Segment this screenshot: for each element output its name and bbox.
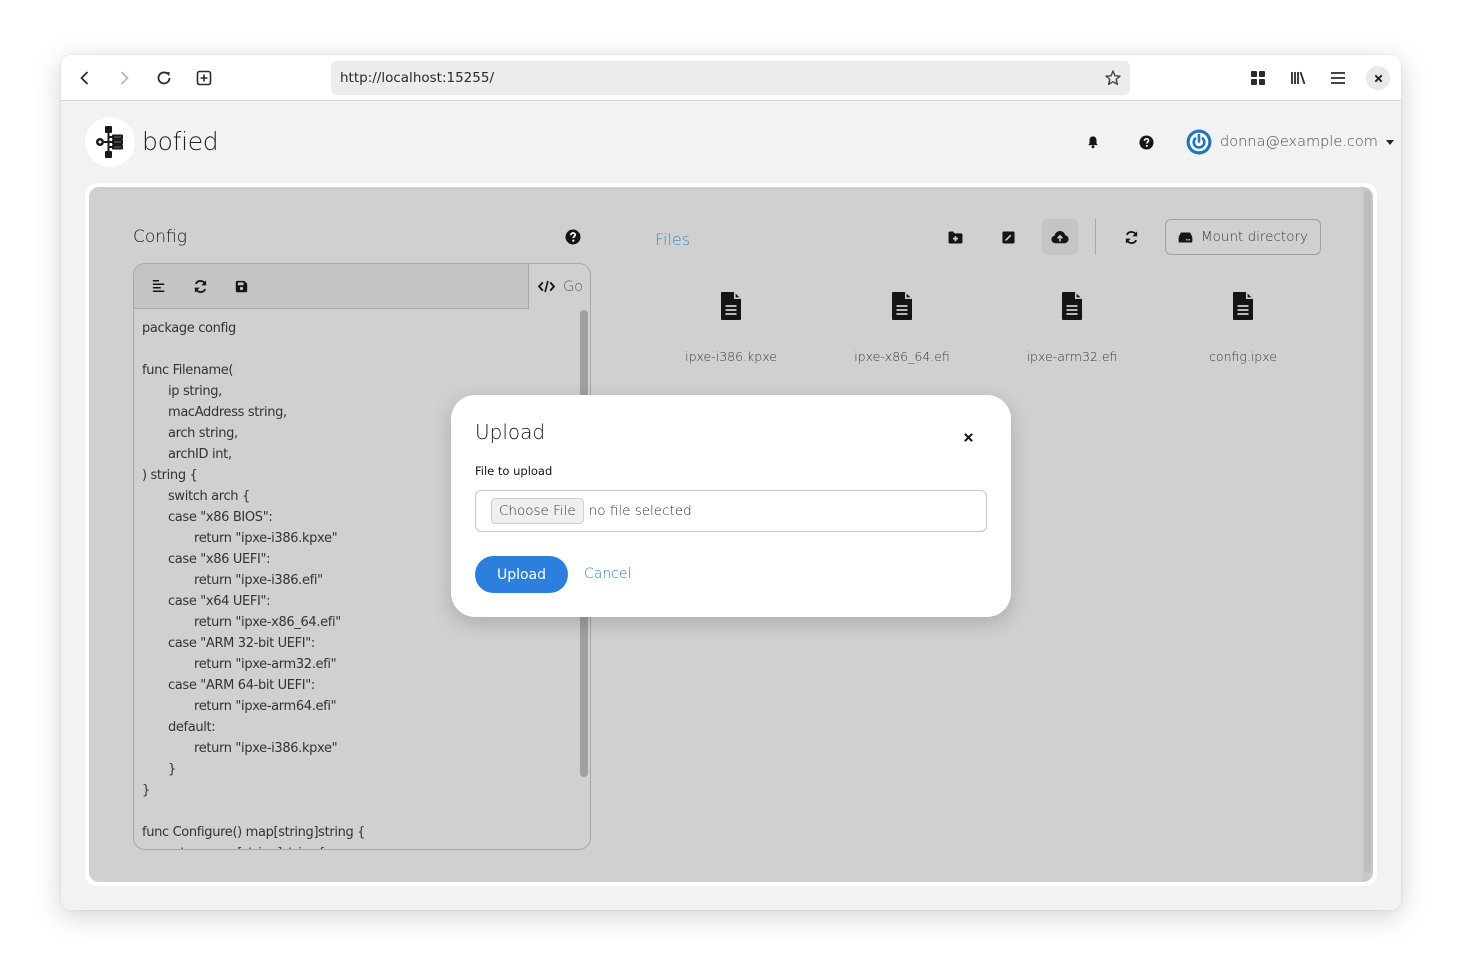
code-line: } (168, 762, 176, 777)
save-config-button[interactable] (231, 276, 251, 296)
file-name: config.ipxe (1209, 349, 1277, 364)
app-header: bofied donna@example.com (61, 101, 1401, 184)
page-scrollbar[interactable] (1362, 187, 1373, 882)
rename-button[interactable] (990, 219, 1026, 255)
mount-directory-button[interactable]: Mount directory (1165, 219, 1321, 255)
back-button[interactable] (73, 66, 97, 90)
code-line: default: (168, 720, 216, 735)
library-button[interactable] (1286, 66, 1310, 90)
file-name: ipxe-i386.kpxe (685, 349, 777, 364)
url-bar[interactable]: http://localhost:15255/ (331, 61, 1130, 95)
file-item[interactable]: ipxe-arm32.efi (997, 291, 1147, 364)
edit-icon (1001, 230, 1015, 244)
toolbar-divider (1095, 219, 1096, 255)
language-tab[interactable]: Go (529, 264, 590, 309)
new-tab-button[interactable] (192, 66, 216, 90)
upload-submit-button[interactable]: Upload (475, 556, 568, 593)
sync-icon (194, 279, 206, 293)
question-circle-icon (1138, 134, 1154, 150)
editor-toolbar (134, 264, 529, 309)
language-label: Go (562, 278, 584, 295)
close-window-button[interactable] (1366, 66, 1390, 90)
hdd-icon (1178, 231, 1193, 243)
apps-button[interactable] (1246, 66, 1270, 90)
caret-down-icon (1385, 139, 1394, 145)
reload-icon (157, 71, 171, 85)
file-icon (1233, 292, 1253, 320)
file-name: ipxe-x86_64.efi (854, 349, 950, 364)
code-icon (537, 280, 555, 293)
chevron-right-icon (120, 71, 129, 85)
config-help-icon[interactable] (565, 229, 581, 245)
config-title: Config (133, 227, 187, 247)
grid-icon (1251, 71, 1265, 85)
file-item[interactable]: ipxe-i386.kpxe (656, 291, 806, 364)
user-menu[interactable]: donna@example.com (1186, 129, 1394, 155)
reload-config-button[interactable] (190, 276, 210, 296)
code-line: func Filename( (142, 363, 234, 378)
logo[interactable] (85, 117, 135, 167)
close-icon (1374, 74, 1382, 82)
modal-close-button[interactable] (959, 428, 977, 446)
reload-button[interactable] (152, 66, 176, 90)
format-button[interactable] (149, 276, 169, 296)
file-input[interactable]: Choose File no file selected (475, 490, 987, 532)
browser-toolbar: http://localhost:15255/ (61, 55, 1401, 101)
bofied-logo-icon (96, 126, 123, 158)
page-scrollbar-thumb[interactable] (1364, 191, 1371, 873)
file-icon (1062, 292, 1082, 320)
bell-icon (1088, 136, 1098, 149)
new-folder-button[interactable] (937, 219, 973, 255)
code-line: return map[string]string{ (142, 843, 572, 849)
save-icon (235, 280, 247, 292)
library-icon (1291, 71, 1306, 85)
code-line: return "ipxe-arm64.efi" (194, 699, 337, 714)
code-line: return "ipxe-arm32.efi" (194, 657, 337, 672)
code-line: func Configure() map[string]string { (142, 825, 366, 840)
code-line: package config (142, 321, 236, 336)
mount-directory-label: Mount directory (1201, 229, 1308, 245)
code-line: case "ARM 32-bit UEFI": (168, 636, 315, 651)
file-icon (721, 292, 741, 320)
star-icon[interactable] (1104, 69, 1122, 87)
file-name: ipxe-arm32.efi (1026, 349, 1118, 364)
modal-title: Upload (475, 420, 546, 444)
align-left-icon (152, 279, 165, 293)
chevron-left-icon (80, 71, 89, 85)
files-title[interactable]: Files (655, 230, 690, 249)
file-field-label: File to upload (475, 464, 553, 478)
refresh-files-button[interactable] (1113, 219, 1149, 255)
cloud-upload-icon (1051, 230, 1069, 244)
file-status: no file selected (588, 503, 692, 519)
cancel-button[interactable]: Cancel (584, 566, 631, 582)
hamburger-icon (1331, 72, 1345, 84)
url-text: http://localhost:15255/ (340, 70, 494, 86)
code-line: return "ipxe-i386.kpxe" (194, 741, 338, 756)
sync-icon (1125, 230, 1137, 244)
forward-button[interactable] (112, 66, 136, 90)
file-item[interactable]: ipxe-x86_64.efi (827, 291, 977, 364)
file-icon (892, 292, 912, 320)
file-item[interactable]: config.ipxe (1168, 291, 1318, 364)
help-button[interactable] (1137, 133, 1155, 151)
folder-plus-icon (948, 230, 962, 244)
close-icon (963, 432, 973, 442)
notifications-button[interactable] (1084, 133, 1102, 151)
choose-file-button[interactable]: Choose File (491, 498, 584, 524)
code-line: case "ARM 64-bit UEFI": (168, 678, 315, 693)
upload-modal: Upload File to upload Choose File no fil… (451, 395, 1011, 617)
plus-square-icon (196, 70, 212, 86)
code-line: } (142, 783, 150, 798)
user-email: donna@example.com (1220, 134, 1378, 150)
brand-name: bofied (142, 127, 219, 156)
upload-button[interactable] (1042, 219, 1078, 255)
power-icon (1186, 129, 1212, 155)
menu-button[interactable] (1326, 66, 1350, 90)
